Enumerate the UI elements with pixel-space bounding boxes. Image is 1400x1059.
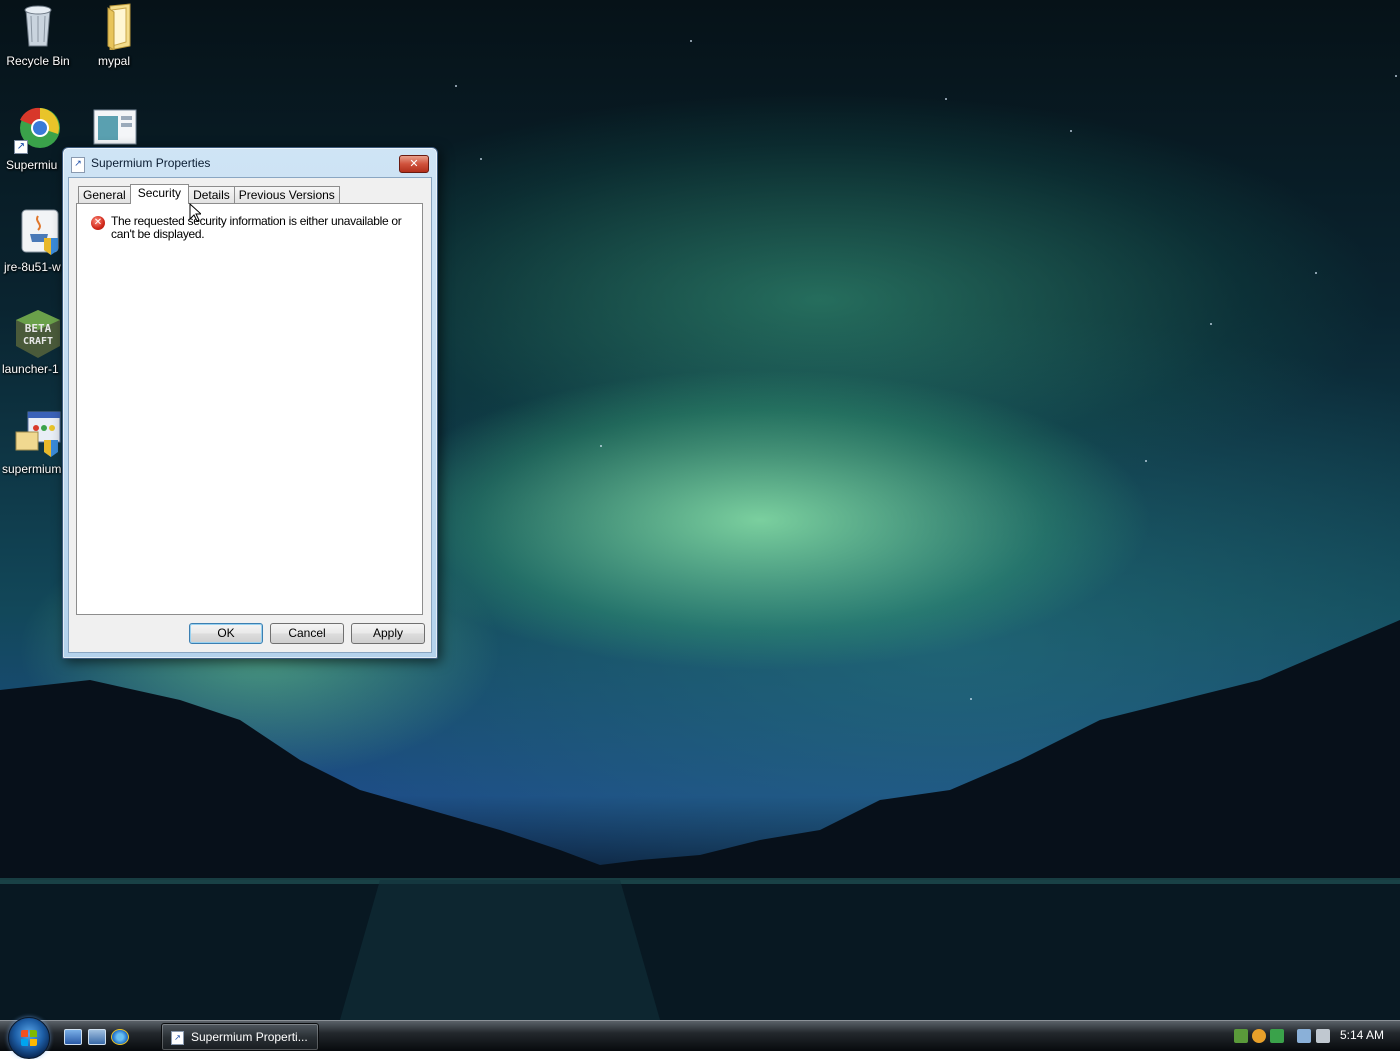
close-icon: ✕ xyxy=(409,157,419,170)
shortcut-file-icon: ↗ xyxy=(71,157,85,173)
tab-general[interactable]: General xyxy=(78,186,131,203)
error-message: The requested security information is ei… xyxy=(111,214,402,241)
desktop-icon-label: mypal xyxy=(97,54,130,68)
update-icon[interactable] xyxy=(1270,1029,1284,1043)
internet-explorer-icon[interactable] xyxy=(111,1029,129,1045)
taskbar-button-label: Supermium Properti... xyxy=(191,1030,308,1044)
windows-logo-icon xyxy=(21,1030,37,1046)
dialog-titlebar[interactable]: ↗ Supermium Properties ✕ xyxy=(63,148,437,178)
taskbar-button-supermium-properties[interactable]: ↗ Supermium Properti... xyxy=(161,1023,319,1051)
recycle-bin-icon xyxy=(14,2,62,50)
dialog-client-area: General Security Details Previous Versio… xyxy=(68,177,432,653)
tab-previous-versions[interactable]: Previous Versions xyxy=(233,186,340,203)
svg-text:CRAFT: CRAFT xyxy=(23,336,53,347)
dialog-title: Supermium Properties xyxy=(91,156,211,170)
volume-muted-icon[interactable] xyxy=(1316,1029,1330,1043)
tab-strip: General Security Details Previous Versio… xyxy=(78,184,340,204)
network-connection-icon[interactable] xyxy=(1297,1029,1311,1043)
svg-text:BETA: BETA xyxy=(25,322,52,335)
supermium-browser-icon: ↗ xyxy=(14,106,62,154)
cancel-button[interactable]: Cancel xyxy=(270,623,344,644)
shortcut-file-icon: ↗ xyxy=(171,1031,184,1045)
taskbar: ↗ Supermium Properti... 5:14 AM xyxy=(0,1017,1400,1059)
java-installer-icon xyxy=(14,208,62,256)
folder-icon xyxy=(90,2,138,51)
properties-dialog: ↗ Supermium Properties ✕ General Securit… xyxy=(62,147,438,659)
start-button[interactable] xyxy=(8,1017,50,1059)
betacraft-launcher-icon: BETA CRAFT xyxy=(14,310,62,358)
desktop-icon-mypal[interactable]: mypal xyxy=(76,2,152,68)
mouse-cursor-icon xyxy=(189,203,201,222)
tab-security[interactable]: Security xyxy=(129,184,190,204)
desktop-icon-label: Recycle Bin xyxy=(6,54,70,68)
show-desktop-icon[interactable] xyxy=(64,1029,82,1045)
installer-icon xyxy=(14,410,62,458)
taskbar-clock[interactable]: 5:14 AM xyxy=(1340,1028,1384,1042)
close-button[interactable]: ✕ xyxy=(399,155,429,173)
tab-details[interactable]: Details xyxy=(188,186,235,203)
apply-button[interactable]: Apply xyxy=(351,623,425,644)
shortcut-arrow-icon: ↗ xyxy=(14,140,28,154)
error-icon: ✕ xyxy=(91,216,105,230)
network-status-icon[interactable] xyxy=(1234,1029,1248,1043)
security-center-warning-icon[interactable] xyxy=(1252,1029,1266,1043)
ok-button[interactable]: OK xyxy=(189,623,263,644)
security-tab-panel: ✕ The requested security information is … xyxy=(76,203,423,615)
desktop-icon-recycle-bin[interactable]: Recycle Bin xyxy=(0,2,76,68)
switch-windows-icon[interactable] xyxy=(88,1029,106,1045)
